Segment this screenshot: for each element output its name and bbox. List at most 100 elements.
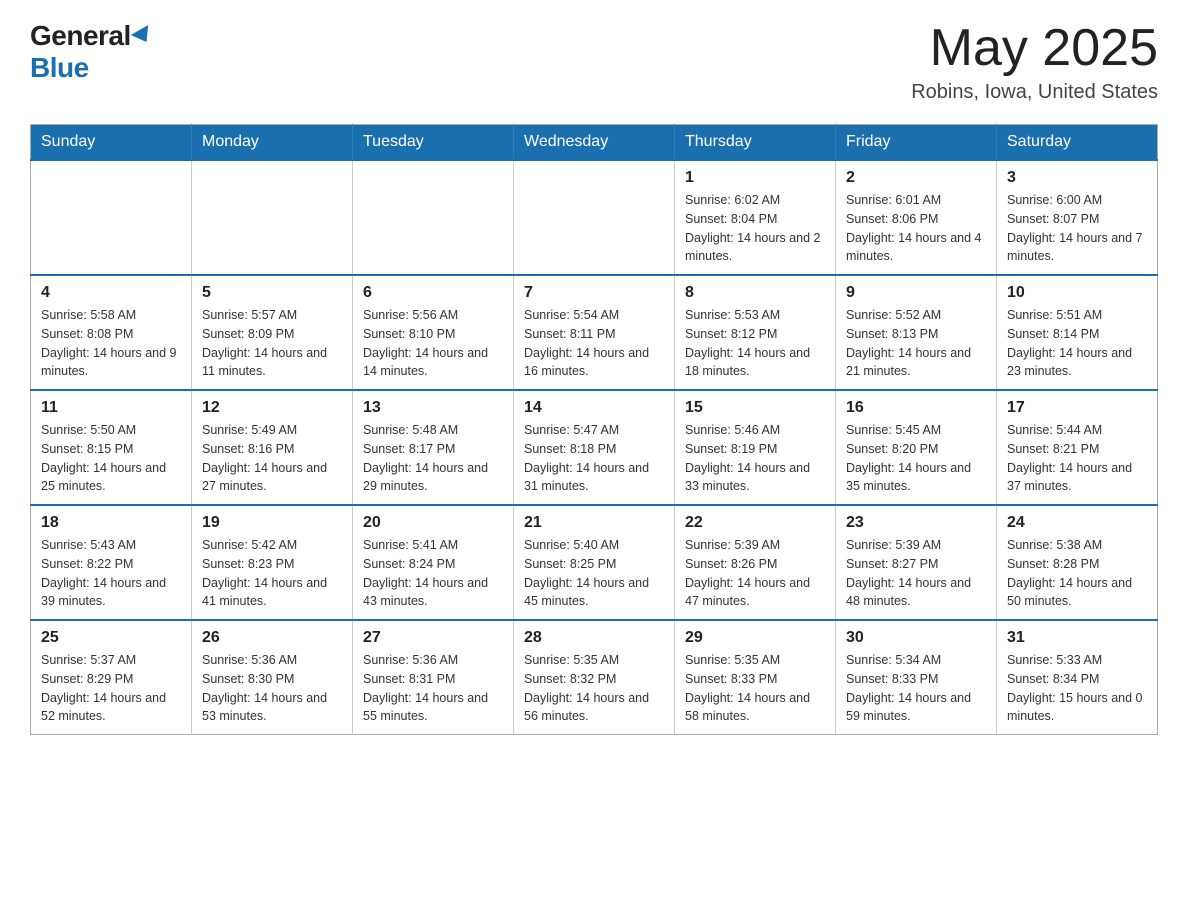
- day-info: Sunrise: 5:40 AMSunset: 8:25 PMDaylight:…: [524, 536, 664, 611]
- day-number: 24: [1007, 514, 1147, 532]
- page-header: General Blue May 2025 Robins, Iowa, Unit…: [30, 20, 1158, 104]
- day-info: Sunrise: 5:45 AMSunset: 8:20 PMDaylight:…: [846, 421, 986, 496]
- day-number: 12: [202, 399, 342, 417]
- day-number: 29: [685, 629, 825, 647]
- day-info: Sunrise: 5:50 AMSunset: 8:15 PMDaylight:…: [41, 421, 181, 496]
- calendar-cell: 2 Sunrise: 6:01 AMSunset: 8:06 PMDaylight…: [836, 160, 997, 275]
- day-number: 1: [685, 169, 825, 187]
- calendar-header-saturday: Saturday: [997, 125, 1158, 161]
- day-number: 9: [846, 284, 986, 302]
- day-info: Sunrise: 6:01 AMSunset: 8:06 PMDaylight:…: [846, 191, 986, 266]
- calendar-header-friday: Friday: [836, 125, 997, 161]
- day-number: 27: [363, 629, 503, 647]
- calendar-cell: 28Sunrise: 5:35 AMSunset: 8:32 PMDayligh…: [514, 620, 675, 735]
- calendar-cell: [514, 160, 675, 275]
- day-info: Sunrise: 5:54 AMSunset: 8:11 PMDaylight:…: [524, 306, 664, 381]
- calendar-week-2: 4 Sunrise: 5:58 AMSunset: 8:08 PMDaylight…: [31, 275, 1158, 390]
- day-number: 15: [685, 399, 825, 417]
- calendar-cell: 18Sunrise: 5:43 AMSunset: 8:22 PMDayligh…: [31, 505, 192, 620]
- calendar-cell: [31, 160, 192, 275]
- day-info: Sunrise: 5:46 AMSunset: 8:19 PMDaylight:…: [685, 421, 825, 496]
- calendar-cell: 13Sunrise: 5:48 AMSunset: 8:17 PMDayligh…: [353, 390, 514, 505]
- day-number: 22: [685, 514, 825, 532]
- calendar-cell: 31 Sunrise: 5:33 AMSunset: 8:34 PMDayligh…: [997, 620, 1158, 735]
- day-number: 16: [846, 399, 986, 417]
- day-number: 10: [1007, 284, 1147, 302]
- calendar-cell: 11 Sunrise: 5:50 AMSunset: 8:15 PMDayligh…: [31, 390, 192, 505]
- calendar-cell: 3 Sunrise: 6:00 AMSunset: 8:07 PMDaylight…: [997, 160, 1158, 275]
- calendar-week-1: 1Sunrise: 6:02 AMSunset: 8:04 PMDaylight…: [31, 160, 1158, 275]
- day-number: 17: [1007, 399, 1147, 417]
- day-info: Sunrise: 5:44 AMSunset: 8:21 PMDaylight:…: [1007, 421, 1147, 496]
- day-info: Sunrise: 5:47 AMSunset: 8:18 PMDaylight:…: [524, 421, 664, 496]
- logo-general-text: General: [30, 20, 131, 52]
- day-number: 4: [41, 284, 181, 302]
- day-info: Sunrise: 6:00 AMSunset: 8:07 PMDaylight:…: [1007, 191, 1147, 266]
- calendar-week-4: 18Sunrise: 5:43 AMSunset: 8:22 PMDayligh…: [31, 505, 1158, 620]
- calendar-header-sunday: Sunday: [31, 125, 192, 161]
- day-info: Sunrise: 5:38 AMSunset: 8:28 PMDaylight:…: [1007, 536, 1147, 611]
- day-number: 6: [363, 284, 503, 302]
- day-info: Sunrise: 5:49 AMSunset: 8:16 PMDaylight:…: [202, 421, 342, 496]
- day-number: 28: [524, 629, 664, 647]
- calendar-cell: 7 Sunrise: 5:54 AMSunset: 8:11 PMDaylight…: [514, 275, 675, 390]
- calendar-cell: 4 Sunrise: 5:58 AMSunset: 8:08 PMDaylight…: [31, 275, 192, 390]
- calendar-header-row: SundayMondayTuesdayWednesdayThursdayFrid…: [31, 125, 1158, 161]
- calendar-cell: 17 Sunrise: 5:44 AMSunset: 8:21 PMDayligh…: [997, 390, 1158, 505]
- logo-arrow-icon: [131, 25, 155, 47]
- day-info: Sunrise: 5:39 AMSunset: 8:27 PMDaylight:…: [846, 536, 986, 611]
- day-info: Sunrise: 5:41 AMSunset: 8:24 PMDaylight:…: [363, 536, 503, 611]
- calendar-cell: 24 Sunrise: 5:38 AMSunset: 8:28 PMDayligh…: [997, 505, 1158, 620]
- day-number: 31: [1007, 629, 1147, 647]
- calendar-cell: 8 Sunrise: 5:53 AMSunset: 8:12 PMDaylight…: [675, 275, 836, 390]
- calendar-week-3: 11 Sunrise: 5:50 AMSunset: 8:15 PMDayligh…: [31, 390, 1158, 505]
- calendar-week-5: 25Sunrise: 5:37 AMSunset: 8:29 PMDayligh…: [31, 620, 1158, 735]
- day-number: 23: [846, 514, 986, 532]
- calendar-cell: 16 Sunrise: 5:45 AMSunset: 8:20 PMDayligh…: [836, 390, 997, 505]
- calendar-cell: 20 Sunrise: 5:41 AMSunset: 8:24 PMDayligh…: [353, 505, 514, 620]
- day-number: 8: [685, 284, 825, 302]
- day-info: Sunrise: 5:36 AMSunset: 8:31 PMDaylight:…: [363, 651, 503, 726]
- day-number: 2: [846, 169, 986, 187]
- day-info: Sunrise: 5:58 AMSunset: 8:08 PMDaylight:…: [41, 306, 181, 381]
- day-number: 20: [363, 514, 503, 532]
- calendar-cell: 9Sunrise: 5:52 AMSunset: 8:13 PMDaylight…: [836, 275, 997, 390]
- day-info: Sunrise: 5:53 AMSunset: 8:12 PMDaylight:…: [685, 306, 825, 381]
- day-info: Sunrise: 5:43 AMSunset: 8:22 PMDaylight:…: [41, 536, 181, 611]
- calendar-cell: 19Sunrise: 5:42 AMSunset: 8:23 PMDayligh…: [192, 505, 353, 620]
- day-number: 13: [363, 399, 503, 417]
- day-number: 7: [524, 284, 664, 302]
- calendar-cell: 15 Sunrise: 5:46 AMSunset: 8:19 PMDayligh…: [675, 390, 836, 505]
- day-info: Sunrise: 5:57 AMSunset: 8:09 PMDaylight:…: [202, 306, 342, 381]
- calendar-cell: 21 Sunrise: 5:40 AMSunset: 8:25 PMDayligh…: [514, 505, 675, 620]
- calendar-cell: 22Sunrise: 5:39 AMSunset: 8:26 PMDayligh…: [675, 505, 836, 620]
- calendar-cell: 12 Sunrise: 5:49 AMSunset: 8:16 PMDayligh…: [192, 390, 353, 505]
- calendar-cell: 25Sunrise: 5:37 AMSunset: 8:29 PMDayligh…: [31, 620, 192, 735]
- calendar-cell: 10 Sunrise: 5:51 AMSunset: 8:14 PMDayligh…: [997, 275, 1158, 390]
- calendar-header-thursday: Thursday: [675, 125, 836, 161]
- calendar-header-monday: Monday: [192, 125, 353, 161]
- day-number: 3: [1007, 169, 1147, 187]
- calendar-cell: 14 Sunrise: 5:47 AMSunset: 8:18 PMDayligh…: [514, 390, 675, 505]
- day-number: 14: [524, 399, 664, 417]
- calendar-cell: 27 Sunrise: 5:36 AMSunset: 8:31 PMDayligh…: [353, 620, 514, 735]
- calendar-cell: 5Sunrise: 5:57 AMSunset: 8:09 PMDaylight…: [192, 275, 353, 390]
- day-number: 25: [41, 629, 181, 647]
- day-number: 11: [41, 399, 181, 417]
- calendar-cell: [353, 160, 514, 275]
- logo-blue-text: Blue: [30, 52, 89, 84]
- calendar-cell: [192, 160, 353, 275]
- month-title: May 2025: [911, 20, 1158, 77]
- day-info: Sunrise: 5:51 AMSunset: 8:14 PMDaylight:…: [1007, 306, 1147, 381]
- calendar-header-tuesday: Tuesday: [353, 125, 514, 161]
- day-info: Sunrise: 5:36 AMSunset: 8:30 PMDaylight:…: [202, 651, 342, 726]
- calendar-cell: 30Sunrise: 5:34 AMSunset: 8:33 PMDayligh…: [836, 620, 997, 735]
- day-number: 21: [524, 514, 664, 532]
- calendar-cell: 29 Sunrise: 5:35 AMSunset: 8:33 PMDayligh…: [675, 620, 836, 735]
- calendar-table: SundayMondayTuesdayWednesdayThursdayFrid…: [30, 124, 1158, 735]
- logo: General Blue: [30, 20, 153, 84]
- day-info: Sunrise: 5:42 AMSunset: 8:23 PMDaylight:…: [202, 536, 342, 611]
- day-info: Sunrise: 5:33 AMSunset: 8:34 PMDaylight:…: [1007, 651, 1147, 726]
- day-info: Sunrise: 5:35 AMSunset: 8:33 PMDaylight:…: [685, 651, 825, 726]
- calendar-cell: 23 Sunrise: 5:39 AMSunset: 8:27 PMDayligh…: [836, 505, 997, 620]
